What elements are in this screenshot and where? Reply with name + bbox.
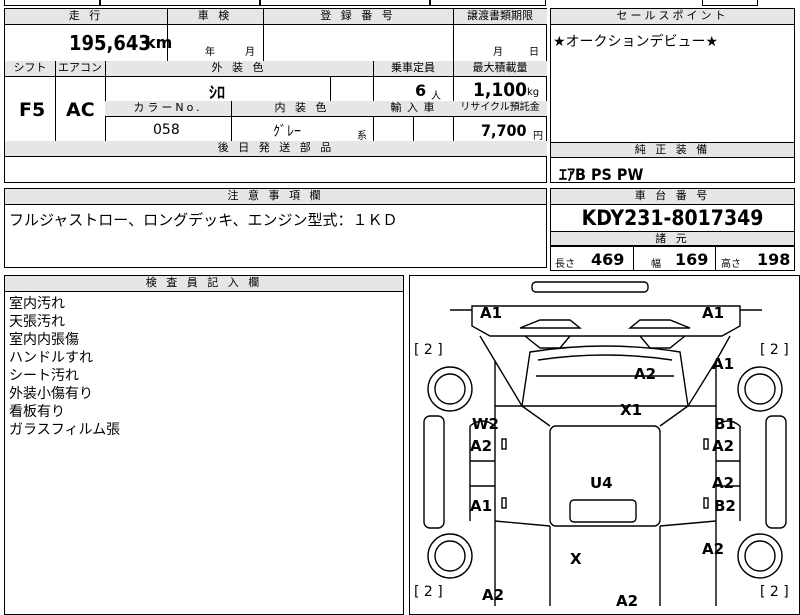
exterior-color-header: 外 装 色 bbox=[105, 61, 373, 77]
recycle-value: 7,700 bbox=[481, 121, 527, 140]
aircon-header: エアコン bbox=[55, 61, 105, 77]
top-strip-cell-4 bbox=[430, 0, 546, 6]
tire-label-front-left: [ 2 ] bbox=[414, 342, 443, 358]
car-outline-diagram bbox=[423, 281, 787, 606]
damage-code-windshield: X1 bbox=[620, 401, 643, 419]
inspector-line-6: 外装小傷有り bbox=[9, 386, 93, 402]
inspector-line-3: 室内内張傷 bbox=[9, 332, 79, 348]
import-header: 輸 入 車 bbox=[373, 101, 453, 117]
inspector-line-4: ハンドルすれ bbox=[9, 350, 93, 366]
damage-code-right-rear-door-top: A2 bbox=[712, 474, 735, 492]
inspector-line-8: ガラスフィルム張 bbox=[9, 422, 121, 438]
transfer-day-label: 日 bbox=[529, 47, 539, 58]
tire-label-rear-left: [ 2 ] bbox=[414, 584, 443, 600]
notes-header: 注 意 事 項 欄 bbox=[5, 189, 546, 205]
sales-point-header: セールスポイント bbox=[551, 9, 794, 25]
interior-color-value: ｸﾞﾚｰ bbox=[273, 124, 301, 140]
vehicle-info-table: 走 行 車 検 登 録 番 号 譲渡書類期限 195,643 km 年 月 月 … bbox=[4, 8, 547, 183]
capacity-value: 6 bbox=[415, 81, 427, 100]
length-value: 469 bbox=[591, 250, 625, 269]
chassis-header: 車 台 番 号 bbox=[551, 189, 794, 205]
shift-header: シフト bbox=[5, 61, 55, 77]
damage-code-right-front-door-top: B1 bbox=[714, 415, 736, 433]
inspector-line-7: 看板有り bbox=[9, 404, 65, 420]
shift-value: F5 bbox=[19, 99, 46, 121]
inspector-line-5: シート汚れ bbox=[9, 368, 79, 384]
inspector-line-1: 室内汚れ bbox=[9, 296, 65, 312]
damage-code-rear-right-fender: A2 bbox=[702, 540, 725, 558]
damage-code-rear-glass: X bbox=[570, 550, 582, 568]
transfer-month-label: 月 bbox=[493, 47, 503, 58]
damage-code-right-rear-door: B2 bbox=[714, 497, 736, 515]
aircon-value: AC bbox=[66, 99, 95, 121]
max-load-header: 最大積載量 bbox=[453, 61, 547, 77]
genuine-equipment-header: 純 正 装 備 bbox=[551, 143, 794, 158]
inspection-month-label: 月 bbox=[245, 47, 255, 58]
inspection-header: 車 検 bbox=[167, 9, 263, 25]
mileage-header: 走 行 bbox=[5, 9, 167, 25]
damage-code-roof: U4 bbox=[590, 474, 613, 492]
top-strip-cell-5 bbox=[702, 0, 758, 6]
inspection-year-label: 年 bbox=[205, 47, 215, 58]
notes-box: 注 意 事 項 欄 フルジャストロー、ロングデッキ、エンジン型式：１ＫＤ bbox=[4, 188, 547, 268]
damage-code-right-front-door: A2 bbox=[712, 437, 735, 455]
interior-color-suffix: 系 bbox=[357, 131, 367, 142]
damage-code-rear-left: A2 bbox=[482, 586, 505, 604]
damage-code-left-rear-door: A1 bbox=[470, 497, 493, 515]
color-no-header: カラーNo. bbox=[105, 101, 231, 117]
capacity-unit: 人 bbox=[431, 91, 441, 102]
recycle-unit: 円 bbox=[533, 131, 543, 142]
height-value: 198 bbox=[757, 250, 791, 269]
damage-code-rear-center: A2 bbox=[616, 592, 639, 610]
width-label: 幅 bbox=[651, 259, 661, 270]
color-no-value: 058 bbox=[153, 122, 180, 138]
top-strip-cell-1 bbox=[4, 0, 100, 6]
inspector-header: 検 査 員 記 入 欄 bbox=[5, 276, 403, 292]
registration-header: 登 録 番 号 bbox=[263, 9, 453, 25]
mileage-value: 195,643 bbox=[69, 31, 151, 55]
genuine-equipment-text: ｴｱB PS PW bbox=[559, 165, 644, 184]
recycle-header: リサイクル預託金 bbox=[453, 101, 547, 117]
spec-header: 諸 元 bbox=[551, 231, 794, 246]
inspector-box: 検 査 員 記 入 欄 室内汚れ 天張汚れ 室内内張傷 ハンドルすれ シート汚れ… bbox=[4, 275, 404, 615]
mileage-unit: km bbox=[145, 33, 173, 52]
damage-code-hood: A2 bbox=[634, 365, 657, 383]
sales-point-text: ★オークションデビュー★ bbox=[553, 34, 719, 50]
top-strip-cell-2 bbox=[100, 0, 260, 6]
inspector-line-2: 天張汚れ bbox=[9, 314, 65, 330]
damage-code-front-left: A1 bbox=[480, 304, 503, 322]
chassis-value: KDY231-8017349 bbox=[581, 206, 764, 230]
notes-text: フルジャストロー、ロングデッキ、エンジン型式：１ＫＤ bbox=[9, 211, 398, 229]
exterior-color-value: ｼﾛ bbox=[209, 83, 226, 102]
damage-code-left-front-door: A2 bbox=[470, 437, 493, 455]
genuine-equipment-box: 純 正 装 備 ｴｱB PS PW bbox=[550, 142, 795, 184]
chassis-box: 車 台 番 号 KDY231-8017349 諸 元 長さ 469 幅 169 … bbox=[550, 188, 795, 271]
transfer-deadline-header: 譲渡書類期限 bbox=[453, 9, 547, 25]
length-label: 長さ bbox=[555, 259, 575, 270]
damage-code-left-front-window: W2 bbox=[472, 415, 499, 433]
max-load-value: 1,100 bbox=[473, 79, 528, 101]
height-label: 高さ bbox=[721, 259, 741, 270]
interior-color-header: 内 装 色 bbox=[231, 101, 373, 117]
damage-code-front-right-fender: A1 bbox=[712, 355, 735, 373]
sales-point-box: セールスポイント ★オークションデビュー★ bbox=[550, 8, 795, 143]
top-strip-cell-3 bbox=[260, 0, 430, 6]
capacity-header: 乗車定員 bbox=[373, 61, 453, 77]
damage-diagram-box: [ 2 ] [ 2 ] [ 2 ] [ 2 ] A1 A1 A2 A1 X1 W… bbox=[409, 275, 800, 615]
tire-label-front-right: [ 2 ] bbox=[760, 342, 789, 358]
max-load-unit: kg bbox=[527, 87, 540, 98]
damage-code-front-right: A1 bbox=[702, 304, 725, 322]
later-parts-header: 後 日 発 送 部 品 bbox=[5, 141, 547, 157]
tire-label-rear-right: [ 2 ] bbox=[760, 584, 789, 600]
width-value: 169 bbox=[675, 250, 709, 269]
